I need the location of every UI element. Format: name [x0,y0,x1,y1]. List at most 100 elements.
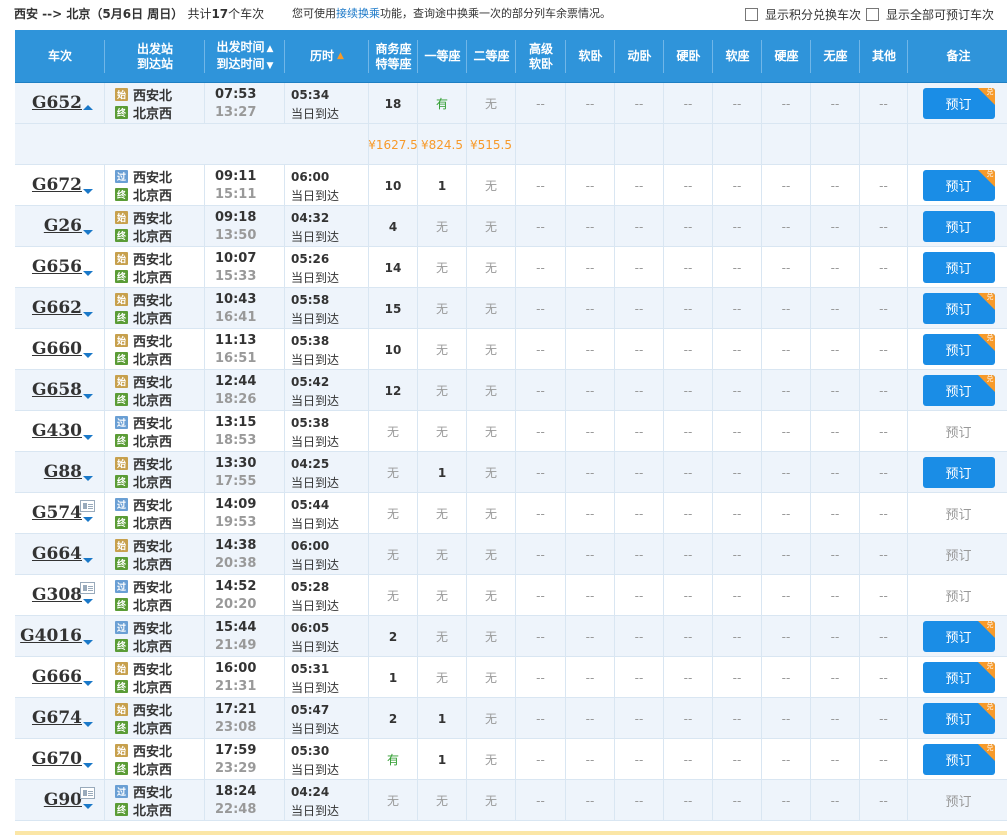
show-points-option[interactable]: 显示积分兑换车次 [745,6,861,23]
seat-second-cell[interactable]: 无 [467,247,516,288]
train-number-link[interactable]: G4016 [20,626,82,646]
expand-arrow-icon[interactable] [83,394,93,399]
seat-second-cell[interactable]: 无 [467,370,516,411]
seat-first-cell[interactable]: 无 [418,411,467,452]
train-number-link[interactable]: G670 [32,749,82,769]
seat-first-cell[interactable]: 1 [418,452,467,493]
book-button[interactable]: 预订 兑 [922,744,995,775]
seat-second-cell[interactable]: 无 [467,206,516,247]
seat-first-cell[interactable]: 无 [418,329,467,370]
seat-second-cell[interactable]: 无 [467,739,516,780]
seat-first-cell[interactable]: 无 [418,657,467,698]
seat-second-cell[interactable]: 无 [467,411,516,452]
expand-arrow-icon[interactable] [83,722,93,727]
seat-second-cell[interactable]: 无 [467,575,516,616]
train-number-link[interactable]: G90 [44,790,82,810]
seat-second-cell[interactable]: 无 [467,452,516,493]
from-station[interactable]: 西安北 [133,495,172,514]
train-number-link[interactable]: G666 [32,667,82,687]
to-station[interactable]: 北京西 [133,103,172,122]
from-station[interactable]: 西安北 [133,85,172,104]
seat-biz-cell[interactable]: 无 [369,780,418,821]
seat-second-cell[interactable]: 无 [467,698,516,739]
seat-first-cell[interactable]: 1 [418,698,467,739]
train-number-link[interactable]: G674 [32,708,82,728]
seat-biz-cell[interactable]: 12 [369,370,418,411]
to-station[interactable]: 北京西 [133,677,172,696]
sort-asc-icon[interactable]: ▲ [337,49,344,64]
to-station[interactable]: 北京西 [133,595,172,614]
to-station[interactable]: 北京西 [133,308,172,327]
seat-second-cell[interactable]: 无 [467,534,516,575]
from-station[interactable]: 西安北 [133,700,172,719]
to-station[interactable]: 北京西 [133,718,172,737]
seat-biz-cell[interactable]: 4 [369,206,418,247]
seat-first-cell[interactable]: 无 [418,493,467,534]
expand-arrow-icon[interactable] [83,230,93,235]
from-station[interactable]: 西安北 [133,167,172,186]
seat-biz-cell[interactable]: 14 [369,247,418,288]
seat-first-cell[interactable]: 无 [418,206,467,247]
to-station[interactable]: 北京西 [133,759,172,778]
show-all-bookable-checkbox[interactable] [866,8,879,21]
col-time[interactable]: 出发时间 ▲ 到达时间 ▼ [205,30,285,83]
seat-second-cell[interactable]: 无 [467,616,516,657]
from-station[interactable]: 西安北 [133,577,172,596]
book-button[interactable]: 预订 兑 [922,662,995,693]
seat-biz-cell[interactable]: 1 [369,657,418,698]
col-train[interactable]: 车次 [15,30,105,83]
expand-arrow-icon[interactable] [83,271,93,276]
train-number-link[interactable]: G672 [32,175,82,195]
seat-biz-cell[interactable]: 无 [369,452,418,493]
from-station[interactable]: 西安北 [133,618,172,637]
seat-first-cell[interactable]: 无 [418,616,467,657]
train-number-link[interactable]: G430 [32,421,82,441]
show-all-bookable-option[interactable]: 显示全部可预订车次 [866,6,994,23]
book-button[interactable]: 预订 [922,211,995,242]
train-number-link[interactable]: G652 [32,93,82,113]
train-number-link[interactable]: G660 [32,339,82,359]
seat-second-cell[interactable]: 无 [467,83,516,124]
to-station[interactable]: 北京西 [133,636,172,655]
book-button[interactable]: 预订 兑 [922,293,995,324]
seat-first-cell[interactable]: 无 [418,575,467,616]
train-number-link[interactable]: G662 [32,298,82,318]
col-duration[interactable]: 历时 ▲ [285,30,369,83]
seat-second-cell[interactable]: 无 [467,288,516,329]
from-station[interactable]: 西安北 [133,536,172,555]
from-station[interactable]: 西安北 [133,741,172,760]
from-station[interactable]: 西安北 [133,454,172,473]
seat-biz-cell[interactable]: 无 [369,493,418,534]
from-station[interactable]: 西安北 [133,782,172,801]
to-station[interactable]: 北京西 [133,554,172,573]
to-station[interactable]: 北京西 [133,472,172,491]
seat-first-cell[interactable]: 无 [418,288,467,329]
from-station[interactable]: 西安北 [133,331,172,350]
book-button[interactable]: 预订 [922,252,995,283]
to-station[interactable]: 北京西 [133,513,172,532]
collapse-arrow-icon[interactable] [83,105,93,110]
seat-biz-cell[interactable]: 18 [369,83,418,124]
expand-arrow-icon[interactable] [83,763,93,768]
expand-arrow-icon[interactable] [83,435,93,440]
seat-first-cell[interactable]: 无 [418,780,467,821]
from-station[interactable]: 西安北 [133,290,172,309]
seat-biz-cell[interactable]: 无 [369,575,418,616]
seat-first-cell[interactable]: 1 [418,165,467,206]
train-number-link[interactable]: G658 [32,380,82,400]
train-number-link[interactable]: G308 [32,585,82,605]
expand-arrow-icon[interactable] [83,353,93,358]
train-number-link[interactable]: G574 [32,503,82,523]
book-button[interactable]: 预订 兑 [922,88,995,119]
seat-biz-cell[interactable]: 10 [369,165,418,206]
expand-arrow-icon[interactable] [83,189,93,194]
seat-biz-cell[interactable]: 有 [369,739,418,780]
transfer-link[interactable]: 接续换乘 [336,7,380,20]
to-station[interactable]: 北京西 [133,800,172,819]
seat-first-cell[interactable]: 无 [418,370,467,411]
from-station[interactable]: 西安北 [133,249,172,268]
to-station[interactable]: 北京西 [133,185,172,204]
book-button[interactable]: 预订 兑 [922,375,995,406]
to-station[interactable]: 北京西 [133,226,172,245]
train-number-link[interactable]: G88 [44,462,82,482]
